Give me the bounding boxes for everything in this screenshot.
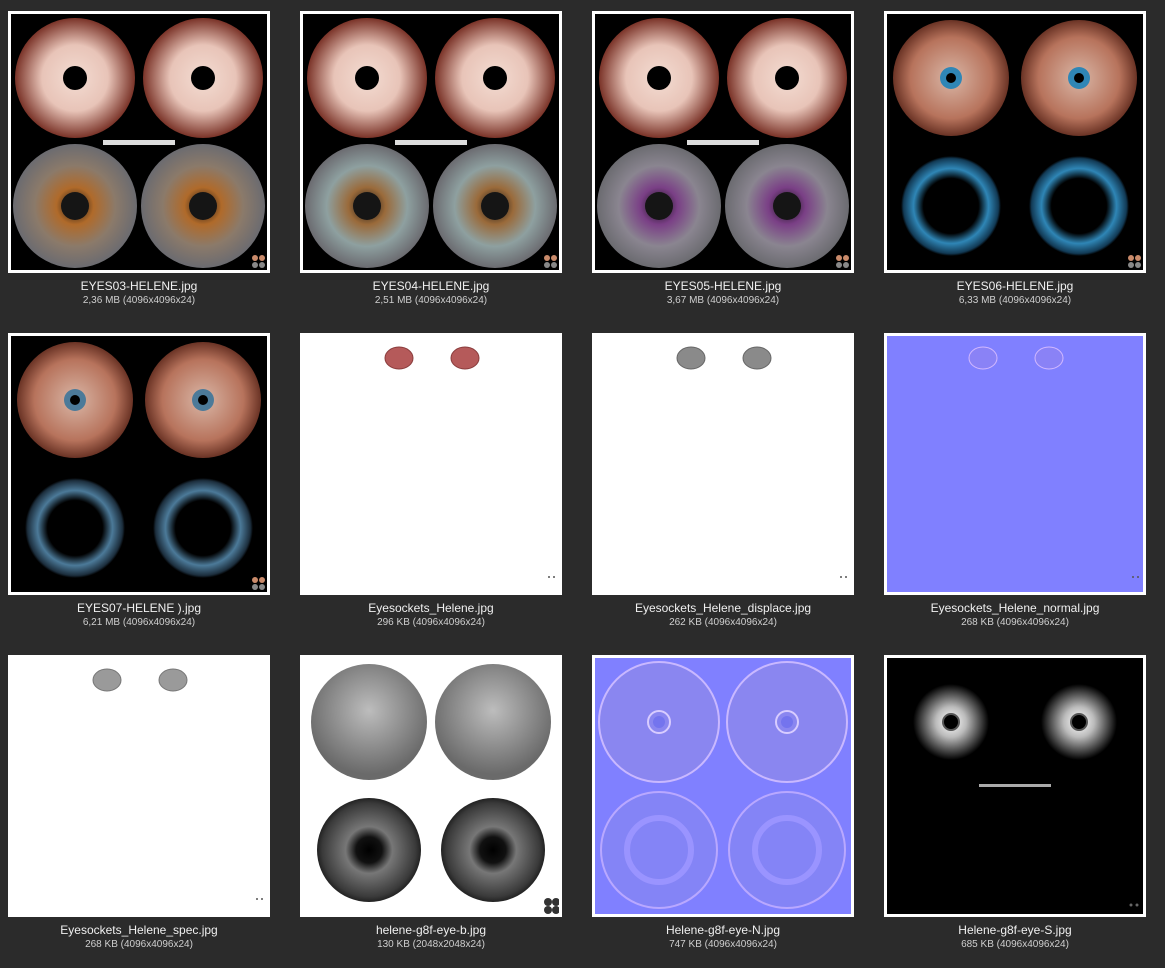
bump-iris <box>317 798 421 902</box>
pupil-hole <box>355 66 379 90</box>
file-info: 6,21 MB (4096x4096x24) <box>82 617 196 628</box>
file-thumbnail[interactable] <box>592 11 854 273</box>
file-thumbnail[interactable] <box>884 333 1146 595</box>
file-info: 262 KB (4096x4096x24) <box>669 617 777 628</box>
thumbnail-image <box>303 14 559 270</box>
thumbnail-image <box>11 658 267 914</box>
eyesocket-shape <box>384 346 414 370</box>
file-name: Eyesockets_Helene_normal.jpg <box>930 601 1100 615</box>
thumbnail-image <box>595 336 851 592</box>
iris-ring <box>901 156 1001 256</box>
label-strip <box>395 140 467 145</box>
thumbnail-image <box>595 14 851 270</box>
file-name: EYES03-HELENE.jpg <box>80 279 198 293</box>
eyesocket-shape <box>158 668 188 692</box>
normal-iris <box>600 791 718 909</box>
file-thumbnail[interactable] <box>8 655 270 917</box>
iris-ring <box>153 478 253 578</box>
file-info: 3,67 MB (4096x4096x24) <box>666 295 780 306</box>
thumbnail-image <box>595 658 851 914</box>
file-info: 130 KB (2048x2048x24) <box>377 939 485 950</box>
file-thumbnail[interactable] <box>592 333 854 595</box>
thumbnail-image <box>887 658 1143 914</box>
eyesocket-shape <box>450 346 480 370</box>
file-name: Eyesockets_Helene_displace.jpg <box>634 601 812 615</box>
eyesocket-shape <box>92 668 122 692</box>
file-thumbnail[interactable] <box>300 655 562 917</box>
label-strip <box>979 784 1051 787</box>
file-name: Helene-g8f-eye-N.jpg <box>665 923 781 937</box>
pupil-hole <box>647 66 671 90</box>
file-thumbnail[interactable] <box>884 655 1146 917</box>
pupil-hole <box>775 66 799 90</box>
file-thumbnail[interactable] <box>8 11 270 273</box>
file-name: EYES05-HELENE.jpg <box>664 279 782 293</box>
file-thumbnail[interactable] <box>884 11 1146 273</box>
bump-sclera <box>311 664 427 780</box>
file-info: 6,33 MB (4096x4096x24) <box>958 295 1072 306</box>
file-name: EYES06-HELENE.jpg <box>956 279 1074 293</box>
label-strip <box>103 140 175 145</box>
file-info: 296 KB (4096x4096x24) <box>377 617 485 628</box>
file-thumbnail[interactable] <box>592 655 854 917</box>
file-info: 2,51 MB (4096x4096x24) <box>374 295 488 306</box>
iris-ring <box>25 478 125 578</box>
file-info: 268 KB (4096x4096x24) <box>85 939 193 950</box>
iris-ring <box>1029 156 1129 256</box>
file-name: Helene-g8f-eye-S.jpg <box>958 923 1072 937</box>
eyesocket-shape <box>1034 346 1064 370</box>
file-name: Eyesockets_Helene.jpg <box>368 601 494 615</box>
thumbnail-image <box>887 336 1143 592</box>
thumbnail-image <box>11 336 267 592</box>
pupil-hole <box>191 66 215 90</box>
normal-iris <box>728 791 846 909</box>
eyesocket-shape <box>968 346 998 370</box>
thumbnail-image <box>11 14 267 270</box>
thumbnail-image <box>887 14 1143 270</box>
file-info: 268 KB (4096x4096x24) <box>961 617 1069 628</box>
file-name: EYES04-HELENE.jpg <box>372 279 490 293</box>
thumbnail-image <box>303 658 559 914</box>
file-info: 685 KB (4096x4096x24) <box>961 939 1069 950</box>
eyesocket-shape <box>676 346 706 370</box>
file-name: Eyesockets_Helene_spec.jpg <box>60 923 218 937</box>
file-info: 747 KB (4096x4096x24) <box>669 939 777 950</box>
file-thumbnail[interactable] <box>300 333 562 595</box>
pupil-hole <box>483 66 507 90</box>
file-thumbnail[interactable] <box>8 333 270 595</box>
file-name: helene-g8f-eye-b.jpg <box>375 923 487 937</box>
thumbnail-image <box>303 336 559 592</box>
file-name: EYES07-HELENE ).jpg <box>76 601 202 615</box>
bump-sclera <box>435 664 551 780</box>
bump-iris <box>441 798 545 902</box>
file-info: 2,36 MB (4096x4096x24) <box>82 295 196 306</box>
label-strip <box>687 140 759 145</box>
eyesocket-shape <box>742 346 772 370</box>
pupil-hole <box>63 66 87 90</box>
file-thumbnail[interactable] <box>300 11 562 273</box>
